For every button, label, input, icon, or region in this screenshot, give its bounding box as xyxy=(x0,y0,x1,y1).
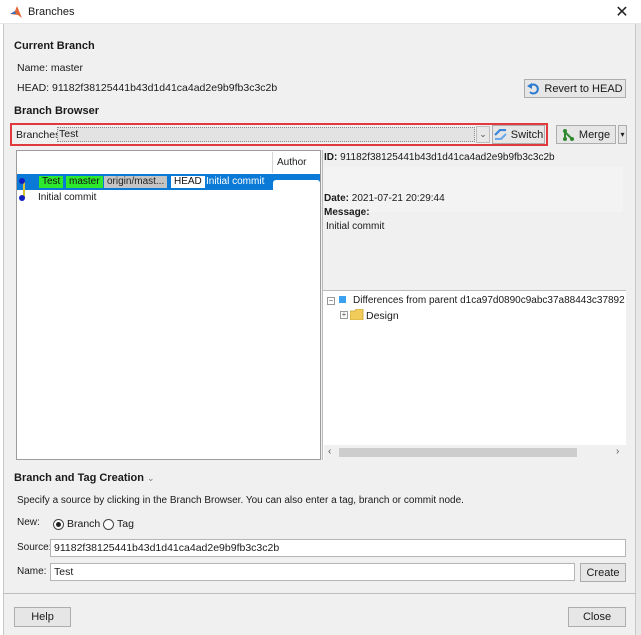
branch-tag-master[interactable]: master xyxy=(66,176,103,188)
matlab-logo-icon xyxy=(10,6,22,18)
date-label: Date: xyxy=(324,193,350,204)
head-value: 91182f38125441b43d1d41ca4ad2e9b9fb3c3c2b xyxy=(52,82,278,94)
author-tooltip xyxy=(273,180,320,205)
radio-branch[interactable]: Branch xyxy=(53,518,100,530)
branch-browser-heading: Branch Browser xyxy=(14,105,99,117)
commit-node-icon xyxy=(19,195,25,201)
folder-icon xyxy=(350,309,364,320)
branch-tag-test[interactable]: Test xyxy=(39,176,64,188)
name-label: Name: xyxy=(17,62,48,74)
head-label: HEAD: xyxy=(17,82,50,94)
radio-branch-button[interactable] xyxy=(53,518,64,530)
collapse-icon[interactable]: − xyxy=(327,297,335,305)
date-value: 2021-07-21 20:29:44 xyxy=(351,193,445,204)
scrollbar-thumb[interactable] xyxy=(339,448,577,457)
branches-combo[interactable]: Test xyxy=(57,127,475,142)
revert-to-head-button[interactable]: Revert to HEAD xyxy=(524,79,626,98)
window-edge xyxy=(636,24,641,635)
merge-label: Merge xyxy=(578,128,611,141)
diff-root-label[interactable]: Differences from parent d1ca97d0890c9abc… xyxy=(353,295,625,306)
branch-tag-origin-master[interactable]: origin/mast... xyxy=(104,176,168,188)
merge-icon xyxy=(562,128,574,141)
scroll-right-icon[interactable]: › xyxy=(616,446,619,457)
author-column-header[interactable]: Author xyxy=(272,152,320,173)
revert-icon xyxy=(527,83,540,95)
merge-button[interactable]: Merge xyxy=(556,125,616,144)
footer-divider xyxy=(3,593,636,594)
creation-hint: Specify a source by clicking in the Bran… xyxy=(17,495,464,506)
id-value: 91182f38125441b43d1d41ca4ad2e9b9fb3c3c2b xyxy=(340,152,555,163)
switch-button[interactable]: Switch xyxy=(492,125,545,144)
details-overlay xyxy=(323,167,623,212)
commit-node-icon xyxy=(19,178,25,184)
head-tag[interactable]: HEAD xyxy=(171,176,205,188)
commit-id: ID: 91182f38125441b43d1d41ca4ad2e9b9fb3c… xyxy=(324,152,555,163)
source-label: Source: xyxy=(17,542,52,553)
help-button[interactable]: Help xyxy=(14,607,71,627)
commit-date: Date: 2021-07-21 20:29:44 xyxy=(324,193,445,204)
chevron-down-icon[interactable]: ⌄ xyxy=(476,126,490,143)
diff-folder-design[interactable]: Design xyxy=(366,310,399,322)
message-value: Initial commit xyxy=(326,221,385,232)
radio-branch-label: Branch xyxy=(67,518,101,530)
radio-tag-button[interactable] xyxy=(103,518,114,530)
source-input[interactable]: 91182f38125441b43d1d41ca4ad2e9b9fb3c3c2b xyxy=(50,539,626,557)
title-bar: Branches ✕ xyxy=(0,0,641,24)
merge-dropdown-button[interactable]: ▾ xyxy=(618,125,627,144)
creation-title: Branch and Tag Creation xyxy=(14,472,144,484)
current-branch-heading: Current Branch xyxy=(14,40,95,52)
revert-label: Revert to HEAD xyxy=(544,82,623,95)
name-field-label: Name: xyxy=(17,566,47,577)
diff-node-icon xyxy=(339,296,346,303)
commit-message: Initial commit xyxy=(206,176,265,187)
id-label: ID: xyxy=(324,152,338,163)
radio-tag-label: Tag xyxy=(117,518,134,530)
expand-icon[interactable]: + xyxy=(340,311,348,319)
current-branch-name: Name: master xyxy=(17,62,83,74)
close-button[interactable]: Close xyxy=(568,607,626,627)
commit-message: Initial commit xyxy=(38,192,97,203)
radio-tag[interactable]: Tag xyxy=(103,518,134,530)
chevron-down-icon[interactable]: ⌄ xyxy=(147,473,155,483)
create-button[interactable]: Create xyxy=(580,563,626,582)
new-label: New: xyxy=(17,517,40,528)
switch-icon xyxy=(494,129,507,140)
scroll-left-icon[interactable]: ‹ xyxy=(328,446,331,457)
message-label: Message: xyxy=(324,207,370,218)
name-input[interactable]: Test xyxy=(50,563,575,581)
close-icon[interactable]: ✕ xyxy=(612,2,632,22)
window-title: Branches xyxy=(28,6,75,18)
current-head: HEAD: 91182f38125441b43d1d41ca4ad2e9b9fb… xyxy=(17,82,277,94)
creation-heading[interactable]: Branch and Tag Creation ⌄ xyxy=(14,472,155,484)
name-value: master xyxy=(50,62,83,74)
switch-label: Switch xyxy=(510,128,544,141)
